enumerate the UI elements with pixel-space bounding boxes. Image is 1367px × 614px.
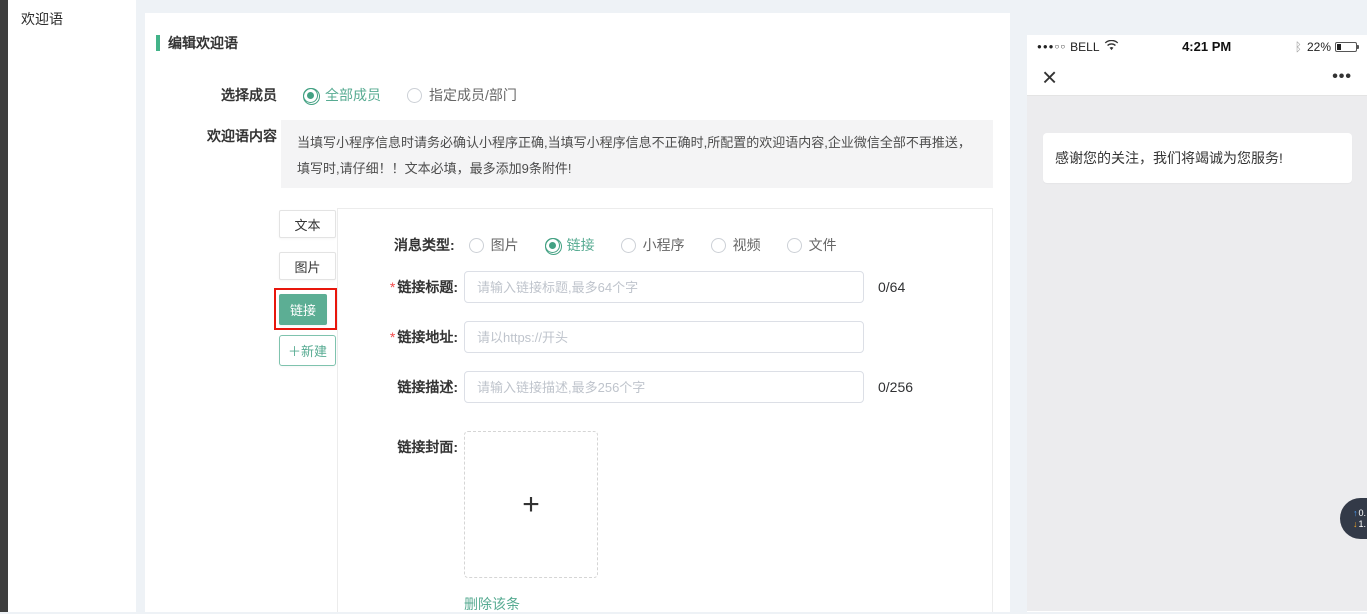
chat-preview-area: 感谢您的关注，我们将竭诚为您服务! (1027, 96, 1367, 611)
link-url-row: *链接地址: (338, 321, 864, 353)
download-value: 1. (1358, 519, 1366, 530)
radio-type-video[interactable] (711, 238, 726, 253)
tab-link-active[interactable]: 链接 (279, 294, 327, 325)
download-speed: ↓1. (1353, 519, 1366, 530)
radio-type-link[interactable] (545, 238, 560, 253)
required-mark: * (390, 279, 395, 295)
radio-type-miniprogram[interactable] (621, 238, 636, 253)
link-title-input[interactable] (464, 271, 864, 303)
type-option-miniprogram[interactable]: 小程序 (621, 235, 685, 255)
wifi-icon (1104, 38, 1119, 56)
battery-percent: 22% (1307, 40, 1331, 54)
radio-specific-members-label[interactable]: 指定成员/部门 (429, 85, 517, 105)
battery-icon (1335, 42, 1357, 52)
signal-dots: ●●●○○ (1037, 42, 1066, 51)
cover-upload-box[interactable]: + (464, 431, 598, 578)
delete-entry-link[interactable]: 删除该条 (464, 594, 520, 614)
tab-text[interactable]: 文本 (279, 210, 336, 238)
link-desc-label: 链接描述: (338, 377, 458, 397)
link-title-label: *链接标题: (338, 277, 458, 297)
member-select-label: 选择成员 (221, 85, 277, 105)
status-right: ᛒ 22% (1295, 40, 1357, 54)
link-url-label-text: 链接地址: (397, 329, 458, 345)
plus-icon: + (522, 490, 540, 520)
type-option-link[interactable]: 链接 (545, 235, 595, 255)
sidebar-item-welcome-message[interactable]: 欢迎语 (8, 0, 136, 38)
page: 欢迎语 编辑欢迎语 选择成员 全部成员 指定成员/部门 欢迎语内容 当填写小程序… (0, 0, 1367, 612)
message-type-row: 消息类型: 图片 链接 小程序 (394, 235, 863, 255)
phone-preview: ●●●○○ BELL 4:21 PM ᛒ 22% × ••• 感谢您的关注，我们… (1027, 35, 1367, 612)
link-desc-row: 链接描述: 0/256 (338, 371, 913, 403)
type-link-label[interactable]: 链接 (567, 235, 595, 255)
radio-type-image[interactable] (469, 238, 484, 253)
add-new-tab-button[interactable]: ＋新建 (279, 335, 336, 366)
window-edge-strip (0, 0, 8, 612)
panel-title: 编辑欢迎语 (168, 33, 238, 53)
link-url-label: *链接地址: (338, 327, 458, 347)
welcome-content-label: 欢迎语内容 (185, 126, 277, 146)
phone-status-bar: ●●●○○ BELL 4:21 PM ᛒ 22% (1027, 35, 1367, 58)
link-message-form: 消息类型: 图片 链接 小程序 (337, 208, 993, 612)
edit-welcome-panel: 编辑欢迎语 选择成员 全部成员 指定成员/部门 欢迎语内容 当填写小程序信息时请… (145, 13, 1010, 612)
link-title-label-text: 链接标题: (397, 279, 458, 295)
message-type-options: 图片 链接 小程序 视频 (469, 235, 863, 255)
type-miniprogram-label[interactable]: 小程序 (643, 235, 685, 255)
tab-image[interactable]: 图片 (279, 252, 336, 280)
type-image-label[interactable]: 图片 (491, 235, 519, 255)
link-title-row: *链接标题: 0/64 (338, 271, 905, 303)
link-title-counter: 0/64 (878, 279, 905, 295)
welcome-message-bubble: 感谢您的关注，我们将竭诚为您服务! (1043, 133, 1352, 183)
close-icon[interactable]: × (1042, 64, 1057, 90)
download-arrow-icon: ↓ (1353, 519, 1358, 530)
required-mark: * (390, 329, 395, 345)
type-option-file[interactable]: 文件 (787, 235, 837, 255)
link-url-input[interactable] (464, 321, 864, 353)
notice-line-1: 当填写小程序信息时请务必确认小程序正确,当填写小程序信息不正确时,所配置的欢迎语… (297, 130, 977, 156)
link-desc-input[interactable] (464, 371, 864, 403)
message-type-label: 消息类型: (394, 235, 455, 255)
battery-fill (1337, 44, 1341, 50)
more-options-icon[interactable]: ••• (1332, 68, 1352, 86)
status-time: 4:21 PM (1182, 39, 1231, 54)
upload-speed: ↑0. (1353, 508, 1366, 519)
header-accent-bar (156, 35, 160, 51)
phone-nav-bar: × ••• (1027, 58, 1367, 96)
type-video-label[interactable]: 视频 (733, 235, 761, 255)
carrier-label: BELL (1070, 40, 1099, 54)
member-select-row: 选择成员 全部成员 指定成员/部门 (221, 85, 517, 105)
upload-value: 0. (1358, 508, 1366, 519)
welcome-content-notice: 当填写小程序信息时请务必确认小程序正确,当填写小程序信息不正确时,所配置的欢迎语… (281, 120, 993, 188)
notice-line-2: 填写时,请仔细！！文本必填，最多添加9条附件! (297, 156, 977, 182)
radio-type-file[interactable] (787, 238, 802, 253)
sidebar: 欢迎语 (8, 0, 136, 612)
radio-all-members-label[interactable]: 全部成员 (325, 85, 381, 105)
link-cover-label: 链接封面: (338, 437, 458, 457)
link-desc-counter: 0/256 (878, 379, 913, 395)
radio-specific-members[interactable] (407, 88, 422, 103)
upload-arrow-icon: ↑ (1353, 508, 1358, 519)
bluetooth-icon: ᛒ (1295, 40, 1302, 54)
type-option-video[interactable]: 视频 (711, 235, 761, 255)
type-option-image[interactable]: 图片 (469, 235, 519, 255)
type-file-label[interactable]: 文件 (809, 235, 837, 255)
radio-all-members[interactable] (303, 88, 318, 103)
panel-header: 编辑欢迎语 (156, 33, 238, 53)
status-left: ●●●○○ BELL (1037, 38, 1119, 56)
